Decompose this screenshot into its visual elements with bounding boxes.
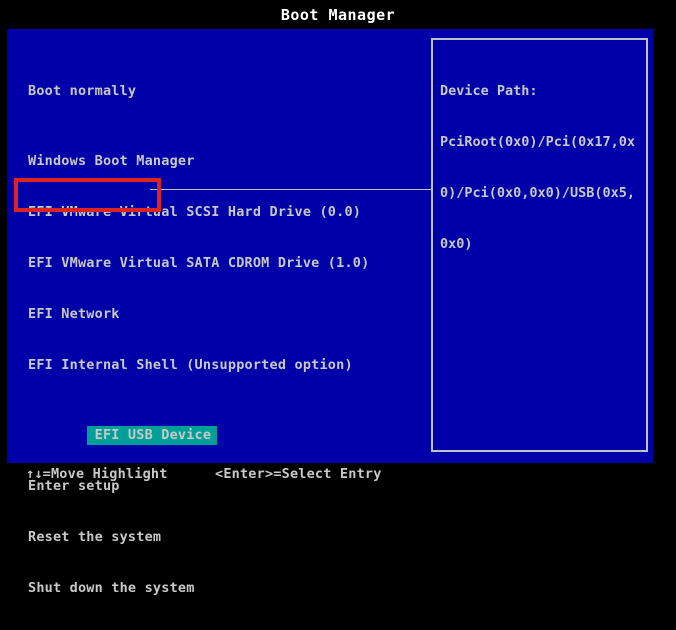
select-entry-hint: <Enter>=Select Entry (215, 466, 382, 482)
device-path-line: 0)/Pci(0x0,0x0)/USB(0x5, (440, 184, 646, 203)
move-highlight-hint: ↑↓=Move Highlight (26, 466, 168, 482)
selection-divider-line (150, 189, 431, 190)
device-path-heading: Device Path: (440, 82, 646, 101)
menu-item-efi-usb-device[interactable]: EFI USB Device (28, 407, 369, 426)
menu-item-windows-boot-manager[interactable]: Windows Boot Manager (28, 152, 369, 171)
menu-item-efi-internal-shell[interactable]: EFI Internal Shell (Unsupported option) (28, 356, 369, 375)
menu-item-shut-down-system[interactable]: Shut down the system (28, 579, 369, 598)
boot-manager-screen: Boot Manager Boot normally Windows Boot … (0, 0, 676, 500)
menu-item-efi-sata-cdrom-drive[interactable]: EFI VMware Virtual SATA CDROM Drive (1.0… (28, 254, 369, 273)
boot-menu: Boot normally Windows Boot Manager EFI V… (28, 50, 369, 630)
menu-item-boot-normally[interactable]: Boot normally (28, 82, 369, 101)
device-path-line: PciRoot(0x0)/Pci(0x17,0x (440, 133, 646, 152)
page-title: Boot Manager (0, 6, 676, 24)
device-path-panel: Device Path: PciRoot(0x0)/Pci(0x17,0x 0)… (431, 38, 648, 452)
menu-item-efi-network[interactable]: EFI Network (28, 305, 369, 324)
menu-item-reset-system[interactable]: Reset the system (28, 528, 369, 547)
selected-item-highlight[interactable]: EFI USB Device (87, 426, 218, 445)
device-path-line: 0x0) (440, 235, 646, 254)
help-bar: ↑↓=Move Highlight <Enter>=Select Entry (0, 466, 676, 486)
annotation-red-box (14, 178, 161, 212)
